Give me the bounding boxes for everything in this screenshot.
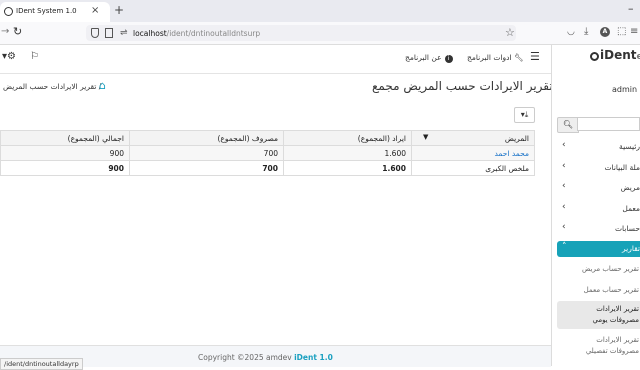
table-row: 900 700 1.600 محمد احمد [0, 145, 535, 161]
back-arrow-icon[interactable]: → [1, 26, 9, 37]
chevron-left-icon: ‹ [562, 222, 566, 232]
chevron-left-icon: ‹ [562, 181, 566, 191]
col-header-total[interactable]: اجمالي (المجموع) [0, 130, 130, 146]
about-menu[interactable]: iعن البرنامج [405, 53, 453, 63]
table-header-row: اجمالي (المجموع) مصروف (المجموع) ايراد (… [0, 130, 535, 146]
status-bar-url: /ident/dntinoutalldayrp [0, 358, 83, 370]
info-icon: i [444, 55, 453, 63]
home-icon[interactable]: ⌂ [99, 79, 106, 92]
sidebar-subitem-detail-report[interactable]: تقرير الايرادات مصروفات تفصيلي [557, 333, 640, 361]
breadcrumb: / تقرير الايرادات حسب المريض [3, 82, 102, 91]
account-icon[interactable]: A [600, 27, 610, 37]
sidebar-subitem-lab-account[interactable]: تقرير حساب معمل [557, 283, 640, 299]
browser-menu-icon[interactable]: ≡ [630, 26, 638, 37]
breadcrumb-current: تقرير الايرادات حسب المريض [3, 82, 97, 91]
summary-label: ملخص الكبرى [411, 160, 535, 176]
sidebar-subitem-patient-account[interactable]: تقرير حساب مريض [557, 262, 640, 278]
col-header-patient[interactable]: المريض [411, 130, 535, 146]
flag-icon[interactable]: ⚐ [30, 51, 39, 62]
cell-patient-link[interactable]: محمد احمد [411, 145, 535, 161]
permissions-icon[interactable]: ⇌ [120, 28, 128, 38]
chevron-up-icon: ˄ [562, 242, 567, 252]
summary-expense: 700 [129, 160, 284, 176]
tab-title: IDent System 1.0 [16, 7, 77, 15]
col-header-income[interactable]: ايراد (المجموع) [283, 130, 412, 146]
sidebar-item-patient[interactable]: مريض ‹ [557, 180, 640, 196]
pocket-icon[interactable]: ◡ [567, 27, 575, 37]
col-header-expense[interactable]: مصروف (المجموع) [129, 130, 284, 146]
reload-icon[interactable]: ↻ [13, 25, 22, 38]
extensions-icon[interactable]: ⬚ [617, 26, 626, 37]
chevron-left-icon: ‹ [562, 140, 566, 150]
user-name[interactable]: admin [612, 85, 637, 94]
chevron-left-icon: ‹ [562, 161, 566, 171]
app-logo[interactable]: iDentev [589, 48, 640, 62]
wrench-icon: 🔧︎ [513, 53, 524, 62]
sidebar-item-lab[interactable]: معمل ‹ [557, 201, 640, 217]
page-title: تقرير الايرادات حسب المريض مجمع [372, 79, 553, 93]
hamburger-menu-icon[interactable]: ☰ [530, 50, 540, 63]
new-tab-icon[interactable]: + [114, 3, 124, 17]
browser-tab[interactable]: IDent System 1.0 × [0, 2, 110, 22]
bookmark-star-icon[interactable]: ☆ [505, 26, 515, 39]
table-summary-row: 900 700 1.600 ملخص الكبرى [0, 160, 535, 176]
sidebar-item-accounts[interactable]: حسابات ‹ [557, 221, 640, 237]
tab-favicon-icon [4, 7, 13, 16]
tools-menu[interactable]: 🔧︎ ادوات البرنامج [467, 53, 524, 62]
tab-close-icon[interactable]: × [91, 5, 99, 16]
sort-down-icon[interactable]: ▼ [423, 133, 428, 141]
copyright-text: Copyright ©2025 amdev iDent 1.0 [198, 353, 333, 362]
cell-income: 1.600 [283, 145, 412, 161]
url-text[interactable]: localhost/ident/dntinoutalldntsurp [133, 29, 260, 38]
export-download-button[interactable]: ▾⤓ [514, 107, 535, 123]
shield-icon[interactable] [91, 28, 99, 38]
search-icon[interactable]: 🔍︎ [557, 117, 579, 133]
chevron-left-icon: ‹ [562, 202, 566, 212]
sidebar-item-reports[interactable]: تقارير ˄ [557, 241, 640, 257]
download-icon[interactable]: ⤓ [584, 26, 588, 37]
summary-total: 900 [0, 160, 130, 176]
minimize-icon[interactable]: – [628, 2, 634, 15]
sidebar-search-input[interactable] [577, 117, 640, 131]
sidebar-subitem-daily-report[interactable]: تقرير الايرادات مصروفات يومي [557, 301, 640, 329]
settings-gear-icon[interactable]: ▾⚙ [2, 51, 16, 62]
report-table: اجمالي (المجموع) مصروف (المجموع) ايراد (… [0, 130, 535, 176]
cell-total: 900 [0, 145, 130, 161]
cell-expense: 700 [129, 145, 284, 161]
summary-income: 1.600 [283, 160, 412, 176]
page-info-icon[interactable] [105, 28, 113, 38]
sidebar-item-home[interactable]: رئيسية ‹ [557, 139, 640, 155]
sidebar-item-data[interactable]: ملة البيانات ‹ [557, 160, 640, 176]
